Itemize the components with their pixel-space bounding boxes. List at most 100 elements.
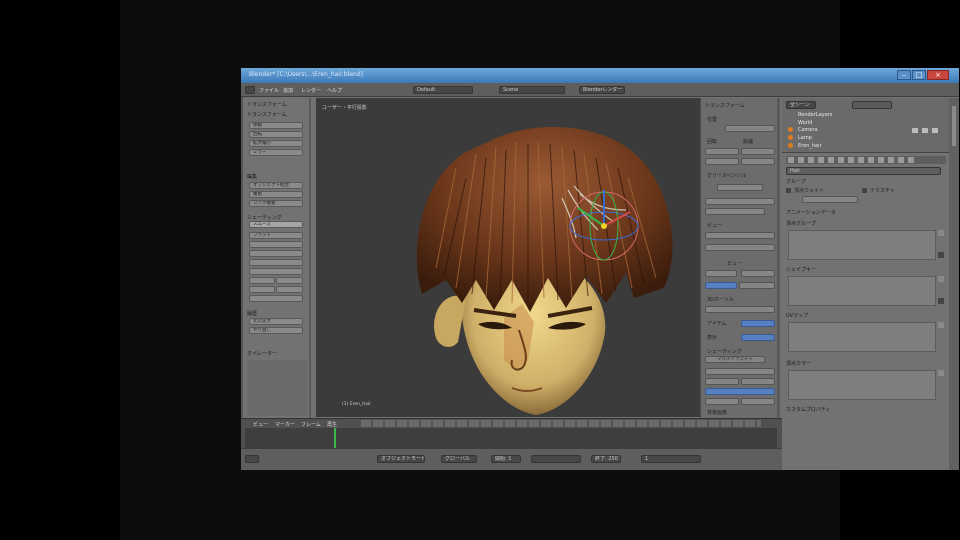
prop-view[interactable]: ビュー [707,222,722,229]
maximize-icon[interactable]: □ [912,70,926,80]
3d-viewport[interactable]: ユーザー・平行投影 (1) Eren_hair [316,98,700,417]
section-groups[interactable]: グループ [786,178,806,185]
group-field[interactable] [802,196,858,203]
gp-button-1[interactable] [717,184,763,191]
tool-extra-5[interactable] [249,277,275,284]
location-field[interactable] [725,125,775,132]
tool-join-button[interactable]: オブジェクト結合 [249,182,303,189]
section-vertex-groups[interactable]: 頂点グループ [786,220,816,227]
visibility-icon[interactable] [912,128,918,133]
prop-display[interactable]: 表示 [707,334,717,341]
timeline-toolbar-icons[interactable] [361,420,761,427]
clip-start-field[interactable] [705,270,737,277]
shape-keys-list[interactable] [788,276,936,306]
tool-smooth-button[interactable]: スムーズ [249,221,303,228]
local-camera-toggle[interactable] [705,282,737,289]
end-frame-field[interactable]: 終了: 250 [591,455,621,463]
section-uv-maps[interactable]: UVマップ [786,312,808,319]
shading-option-1[interactable] [705,368,775,375]
operator-panel-title[interactable]: オペレーター [247,350,277,357]
add-vertex-color-icon[interactable] [938,370,944,376]
outliner-item-camera[interactable]: Camera [798,127,818,133]
rotation-field[interactable] [705,148,739,155]
checkbox-texture[interactable] [862,188,867,193]
outliner-view-select[interactable]: 全シーン [786,101,816,109]
cursor-location-field[interactable] [705,306,775,313]
gp-button-2[interactable] [705,198,775,205]
layout-select[interactable]: Default [413,86,473,94]
vertex-colors-list[interactable] [788,370,936,400]
outliner-search-input[interactable] [852,101,892,109]
tool-flat-button[interactable]: フラット [249,232,303,239]
section-history[interactable]: 履歴 [247,310,257,317]
view-lock-field[interactable] [705,244,775,251]
tool-extra-9[interactable] [249,295,303,302]
remove-shape-key-icon[interactable] [938,298,944,304]
tool-link-duplicate-button[interactable]: リンク複製 [249,200,303,207]
remove-vertex-group-icon[interactable] [938,252,944,258]
render-icon[interactable] [932,128,938,133]
menu-help[interactable]: ヘルプ [327,87,342,94]
props-title[interactable]: トランスフォーム [705,102,745,109]
render-engine-select[interactable]: Blenderレンダー [579,86,625,94]
shading-select[interactable]: マルチテクスチャ [705,356,765,363]
prop-shading[interactable]: シェーディング [707,348,742,355]
add-vertex-group-icon[interactable] [938,230,944,236]
display-field[interactable] [741,334,775,341]
timeline-menu-view[interactable]: ビュー [253,421,268,428]
menu-add[interactable]: 追加 [283,87,293,94]
start-frame-field[interactable]: 開始: 1 [491,455,521,463]
outliner-item-lamp[interactable]: Lamp [798,135,812,141]
tool-undo-button[interactable]: 元に戻す [249,318,303,325]
timeline-menu-frame[interactable]: フレーム [301,421,321,428]
tool-extra-6[interactable] [276,277,303,284]
gp-button-3[interactable] [705,208,765,215]
editor-type-select[interactable] [245,455,259,463]
tool-extra-1[interactable] [249,241,303,248]
render-border-toggle[interactable] [739,282,775,289]
section-vertex-colors[interactable]: 頂点カラー [786,360,811,367]
tool-scale-button[interactable]: 拡大縮小 [249,140,303,147]
checkbox-vertex-weight[interactable] [786,188,791,193]
tool-extra-7[interactable] [249,286,275,293]
outliner-item-hair[interactable]: Eren_hair [798,143,822,149]
prop-3d-cursor[interactable]: 3Dカーソル [707,296,734,303]
uv-maps-list[interactable] [788,322,936,352]
tool-translate-button[interactable]: 移動 [249,122,303,129]
outliner-item-world[interactable]: World [798,120,812,126]
minimize-icon[interactable]: – [897,70,911,80]
tool-extra-3[interactable] [249,259,303,266]
mode-select[interactable]: オブジェクトモード [377,455,425,463]
timeline-graph[interactable] [245,428,777,448]
vertex-groups-list[interactable] [788,230,936,260]
toolshelf-scrollbar[interactable] [309,98,311,418]
tool-extra-4[interactable] [249,268,303,275]
scrollbar-thumb[interactable] [952,106,956,146]
current-frame-field[interactable]: 1 [641,455,701,463]
timeline-menu-marker[interactable]: マーカー [275,421,295,428]
motion-button-2[interactable] [741,398,775,405]
current-frame-cursor[interactable] [334,428,336,448]
scale-field[interactable] [741,148,775,155]
tool-extra-2[interactable] [249,250,303,257]
menu-file[interactable]: ファイル [259,87,279,94]
props-scrollbar[interactable] [777,98,780,418]
dimensions-field[interactable] [705,158,739,165]
tool-redo-button[interactable]: やり直し [249,327,303,334]
editor-type-icon[interactable] [245,86,255,94]
section-edit[interactable]: 編集 [247,173,257,180]
properties-scrollbar[interactable] [949,98,959,470]
playback-controls[interactable] [531,455,581,463]
motion-button-1[interactable] [705,398,739,405]
shading-option-2[interactable] [705,378,739,385]
add-shape-key-icon[interactable] [938,276,944,282]
section-shading[interactable]: シェーディング [247,214,282,221]
shading-option-3[interactable] [741,378,775,385]
tool-extra-8[interactable] [276,286,303,293]
pivot-select[interactable]: グローバル [441,455,477,463]
outliner-item-renderlayers[interactable]: RenderLayers [798,112,832,118]
add-uv-map-icon[interactable] [938,322,944,328]
timeline-menu-playback[interactable]: 再生 [327,421,337,428]
tool-mirror-button[interactable]: ミラー [249,149,303,156]
select-icon[interactable] [922,128,928,133]
